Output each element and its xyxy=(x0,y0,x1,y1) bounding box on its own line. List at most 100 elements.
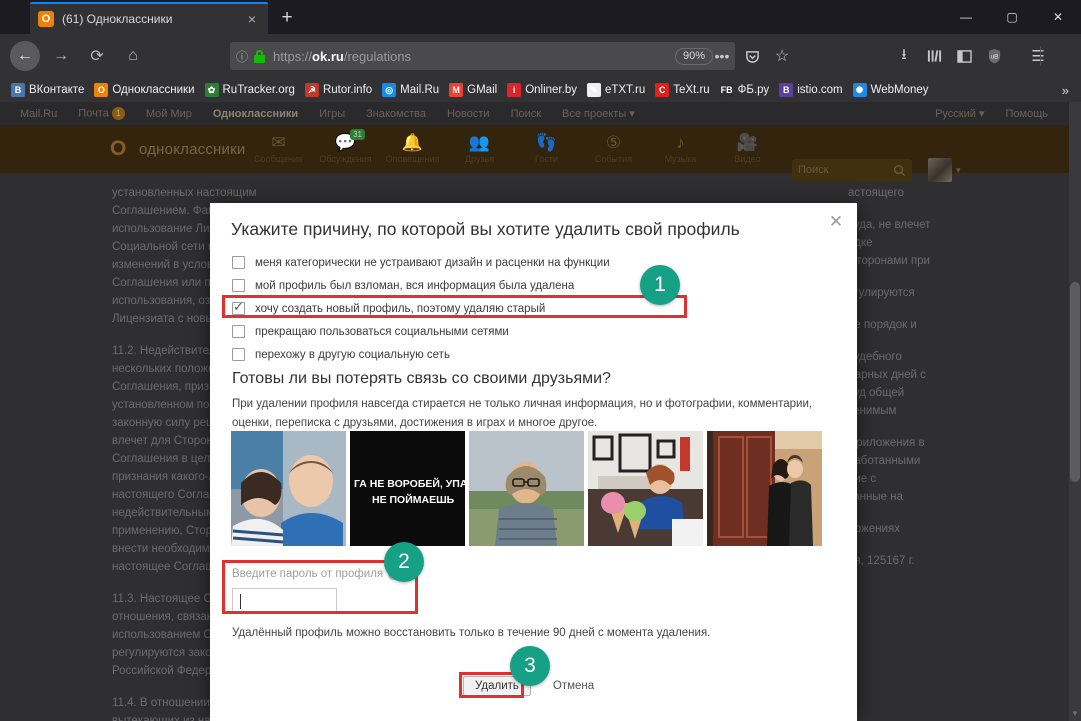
ok-nav-item[interactable]: 👥Друзья xyxy=(446,129,513,164)
reason-checkbox-row-1[interactable]: меня категорически не устраивают дизайн … xyxy=(232,253,752,272)
ok-nav-item[interactable]: 💬Обсуждения31 xyxy=(312,129,379,164)
mailru-toolbar-link[interactable]: Игры xyxy=(319,108,345,120)
avatar[interactable] xyxy=(928,158,952,182)
library-icon[interactable] xyxy=(920,42,948,70)
checkbox-icon[interactable] xyxy=(232,279,245,292)
bookmark-label: Rutor.info xyxy=(323,84,372,96)
page-info-icon[interactable]: ⓘ xyxy=(236,48,248,65)
ok-site-header: O одноклассники ✉Сообщения💬Обсуждения31🔔… xyxy=(0,125,1069,173)
bookmark-item[interactable]: ✺WebMoney xyxy=(848,79,934,101)
mailru-toolbar-link[interactable]: Помощь xyxy=(1006,108,1049,120)
sidebar-icon[interactable] xyxy=(950,42,978,70)
bookmark-item[interactable]: OОдноклассники xyxy=(89,79,199,101)
bookmark-item[interactable]: ✎eTXT.ru xyxy=(582,79,650,101)
photo-thumbnail[interactable] xyxy=(469,431,584,546)
download-icon[interactable]: ⭳ xyxy=(890,42,918,70)
regulations-paragraph: егулируются xyxy=(848,284,1063,302)
modal-close-icon[interactable]: ✕ xyxy=(827,213,845,231)
ok-nav-item[interactable]: ⑤События xyxy=(580,129,647,164)
page-actions-icon[interactable]: ••• xyxy=(708,42,736,70)
reason-checkbox-row-3[interactable]: хочу создать новый профиль, поэтому удал… xyxy=(232,299,752,318)
regulations-paragraph: астоящего xyxy=(848,184,1063,202)
scrollbar-thumb[interactable] xyxy=(1070,282,1080,482)
minimize-button[interactable]: — xyxy=(943,0,989,34)
menu-icon[interactable]: ☰ xyxy=(1024,42,1052,70)
svg-text:ГА НЕ ВОРОБЕЙ, УПА: ГА НЕ ВОРОБЕЙ, УПА xyxy=(354,477,465,490)
mailru-toolbar-link[interactable]: Русский ▾ xyxy=(935,107,984,120)
photo-strip: ГА НЕ ВОРОБЕЙ, УПА НЕ ПОЙМАЕШЬ xyxy=(231,431,822,546)
url-bar[interactable]: ⓘ https://ok.ru/regulations xyxy=(230,42,735,70)
chevron-down-icon[interactable]: ▾ xyxy=(956,165,961,176)
mailru-toolbar-link[interactable]: Одноклассники xyxy=(213,108,298,120)
password-label: Введите пароль от профиля ? xyxy=(232,568,399,580)
bookmark-item[interactable]: ✿RuTracker.org xyxy=(200,79,300,101)
checkbox-icon[interactable] xyxy=(232,256,245,269)
window-controls: — ▢ ✕ xyxy=(943,0,1081,34)
bookmark-item[interactable]: FBФБ.ру xyxy=(715,79,775,101)
photo-thumbnail[interactable] xyxy=(707,431,822,546)
nav-glyph-icon: 🔔 xyxy=(379,133,446,153)
ok-nav-label: События xyxy=(580,154,647,164)
search-input[interactable]: Поиск xyxy=(792,159,912,181)
modal-title: Укажите причину, по которой вы хотите уд… xyxy=(231,219,740,240)
checkbox-icon[interactable] xyxy=(232,348,245,361)
bookmark-item[interactable]: ◎Mail.Ru xyxy=(377,79,444,101)
ok-nav-item[interactable]: 🔔Оповещения xyxy=(379,129,446,164)
bookmark-star-icon[interactable]: ☆ xyxy=(768,42,796,70)
scroll-down-icon[interactable]: ▼ xyxy=(1071,709,1079,718)
svg-text:НЕ ПОЙМАЕШЬ: НЕ ПОЙМАЕШЬ xyxy=(372,493,455,506)
ok-nav-label: Сообщения xyxy=(245,154,312,164)
mailru-toolbar-link[interactable]: Знакомства xyxy=(366,108,426,120)
page-scrollbar[interactable]: ▼ xyxy=(1069,102,1081,721)
ok-nav-item[interactable]: ✉Сообщения xyxy=(245,129,312,164)
checkbox-icon[interactable] xyxy=(232,325,245,338)
bookmark-item[interactable]: BВКонтакте xyxy=(6,79,89,101)
new-tab-button[interactable]: + xyxy=(276,8,298,30)
mailru-toolbar-link[interactable]: Все проекты ▾ xyxy=(562,107,635,120)
search-placeholder: Поиск xyxy=(798,164,828,176)
regulations-text-right: астоящегосуда, не влечет ядке Сторонами … xyxy=(848,184,1063,584)
maximize-button[interactable]: ▢ xyxy=(989,0,1035,34)
bookmark-favicon-icon: ✎ xyxy=(587,83,601,97)
reason-label: хочу создать новый профиль, поэтому удал… xyxy=(255,303,545,315)
mailru-toolbar-link[interactable]: Мой Мир xyxy=(146,108,192,120)
reason-checkbox-row-5[interactable]: перехожу в другую социальную сеть xyxy=(232,345,752,364)
ok-logo-icon: O xyxy=(110,137,132,161)
mailru-toolbar-link[interactable]: Почта1 xyxy=(78,107,125,120)
password-field[interactable] xyxy=(232,588,337,614)
bookmark-item[interactable]: MGMail xyxy=(444,79,502,101)
ok-nav-label: Оповещения xyxy=(379,154,446,164)
regulations-paragraph: судебного дарных дней с суд общей кенимы… xyxy=(848,348,1063,420)
mailru-toolbar-link[interactable]: Новости xyxy=(447,108,490,120)
close-icon[interactable]: × xyxy=(244,12,260,26)
mailru-toolbar-right: Русский ▾ Помощь xyxy=(935,107,1069,120)
mailru-toolbar-link[interactable]: Поиск xyxy=(511,108,541,120)
bookmark-item[interactable]: iOnlinеr.by xyxy=(502,79,582,101)
back-icon[interactable]: ← xyxy=(10,41,40,71)
bookmark-item[interactable]: CTeXt.ru xyxy=(650,79,714,101)
pocket-icon[interactable] xyxy=(738,42,766,70)
ok-nav-item[interactable]: 👣Гости xyxy=(513,129,580,164)
ok-nav-item[interactable]: 🎥Видео xyxy=(714,129,781,164)
window-close-button[interactable]: ✕ xyxy=(1035,0,1081,34)
bookmarks-overflow-button[interactable]: » xyxy=(1056,83,1075,98)
ok-logo[interactable]: O одноклассники xyxy=(110,137,245,161)
forward-icon[interactable]: → xyxy=(46,41,76,71)
mailru-toolbar-link[interactable]: Mail.Ru xyxy=(20,108,57,120)
cancel-button[interactable]: Отмена xyxy=(553,680,594,692)
ok-nav-item[interactable]: ♪Музыка xyxy=(647,129,714,164)
reason-checkbox-row-4[interactable]: прекращаю пользоваться социальными сетям… xyxy=(232,322,752,341)
ok-nav-label: Гости xyxy=(513,154,580,164)
browser-tab[interactable]: O (61) Одноклассники × xyxy=(30,2,268,34)
home-icon[interactable]: ⌂ xyxy=(118,41,148,71)
bookmark-item[interactable]: Bistio.com xyxy=(774,79,847,101)
photo-thumbnail[interactable] xyxy=(231,431,346,546)
ublock-icon[interactable]: uB xyxy=(980,42,1008,70)
reload-icon[interactable]: ⟳ xyxy=(82,41,112,71)
bookmark-label: ВКонтакте xyxy=(29,84,84,96)
photo-thumbnail[interactable]: ГА НЕ ВОРОБЕЙ, УПА НЕ ПОЙМАЕШЬ xyxy=(350,431,465,546)
checkbox-icon[interactable] xyxy=(232,302,245,315)
photo-thumbnail[interactable] xyxy=(588,431,703,546)
bookmark-item[interactable]: ☭Rutor.info xyxy=(300,79,377,101)
bookmark-favicon-icon: C xyxy=(655,83,669,97)
